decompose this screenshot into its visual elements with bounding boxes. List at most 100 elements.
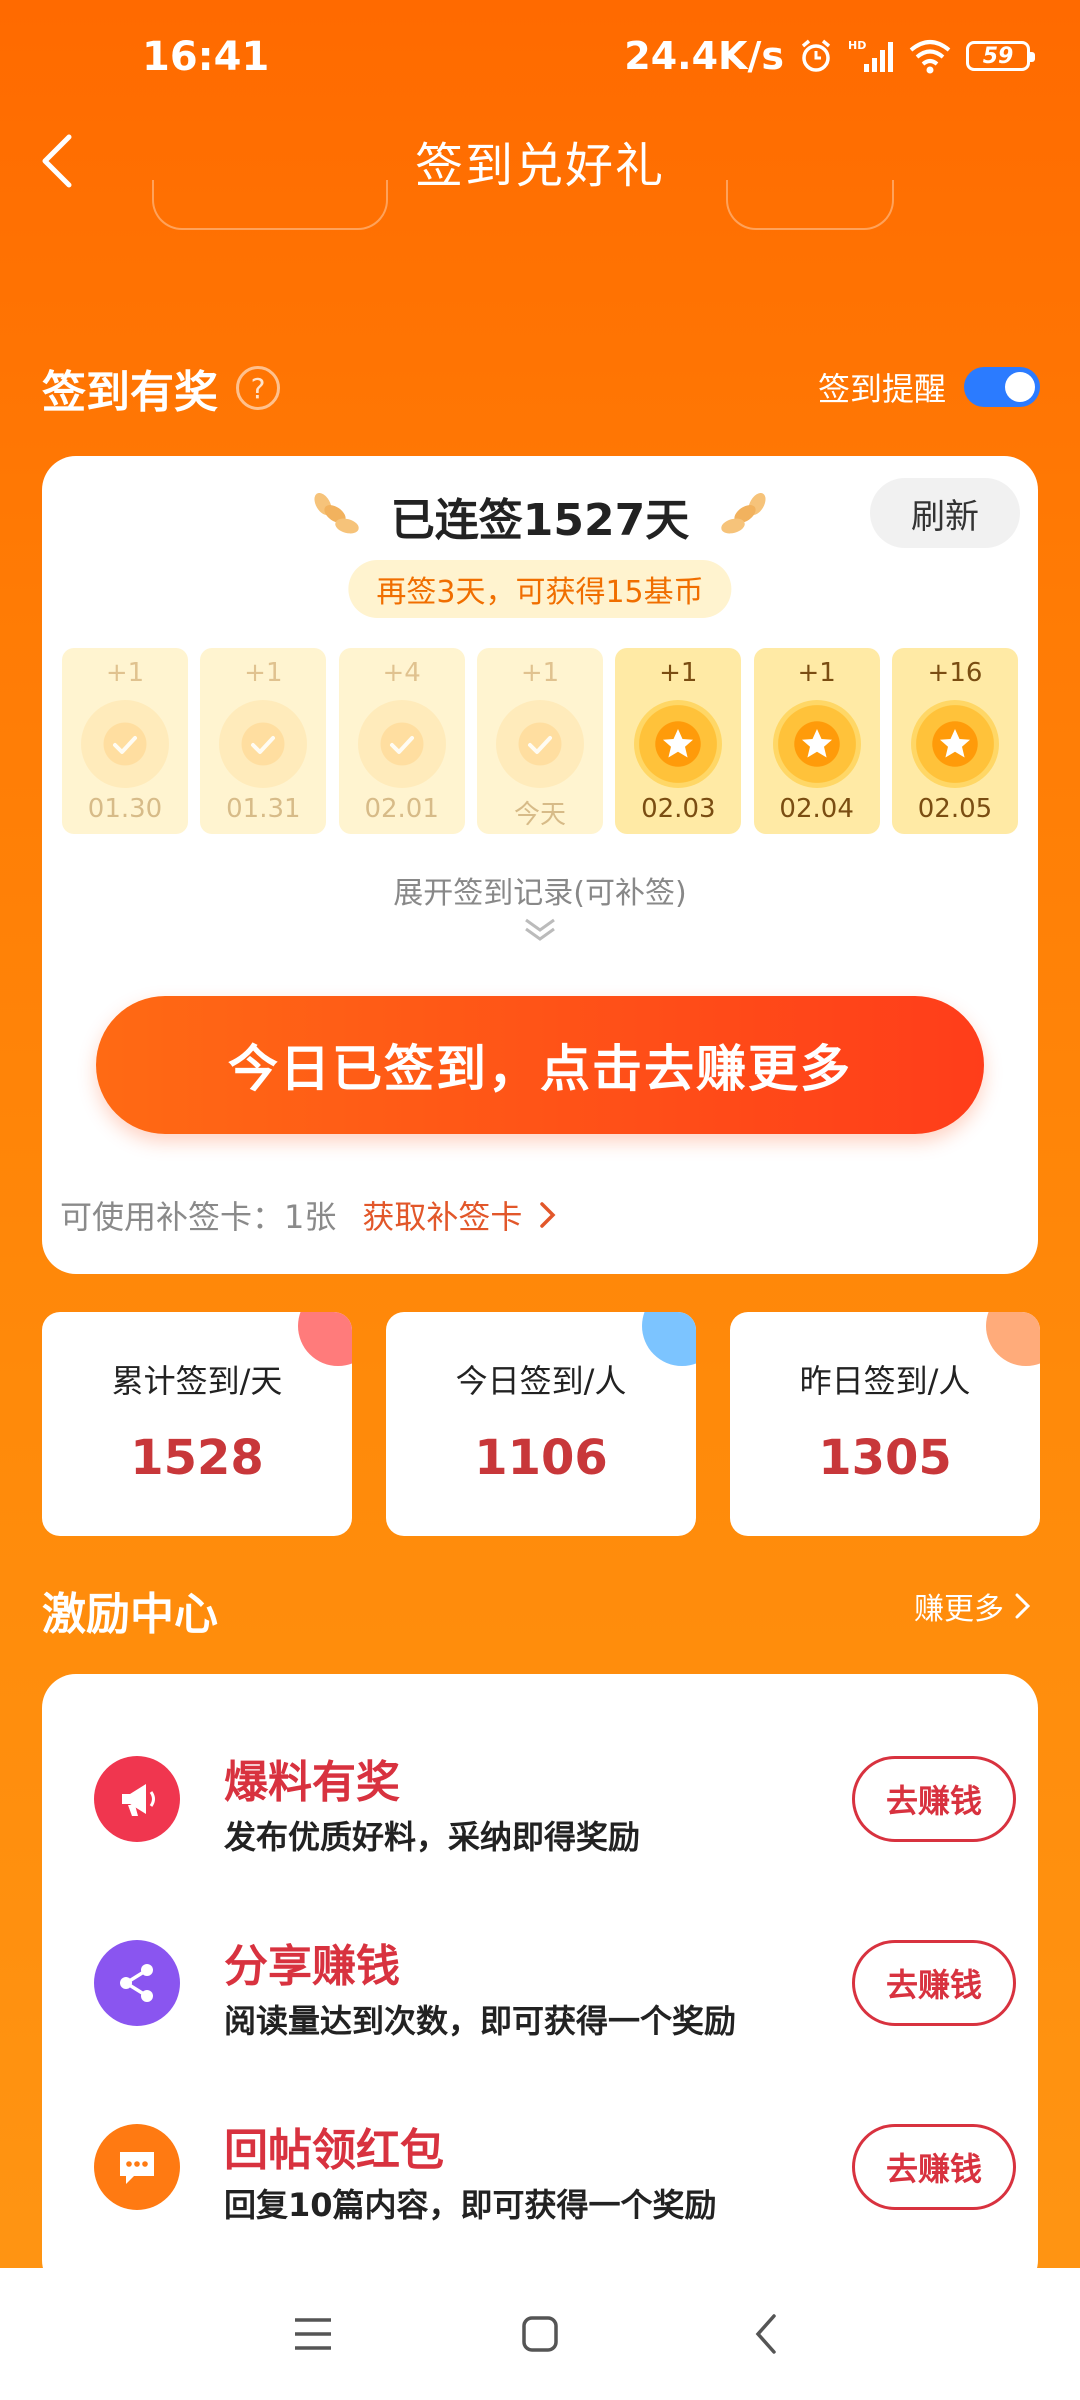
laurel-left-icon [314,493,359,534]
stat-value: 1305 [818,1430,952,1486]
network-speed: 24.4K/s [624,34,784,78]
home-button[interactable] [495,2289,585,2379]
expand-records-link[interactable]: 展开签到记录(可补签) [42,868,1038,912]
incentive-section-header: 激励中心 [42,1578,218,1642]
incentive-section-title: 激励中心 [42,1589,218,1640]
task-description: 发布优质好料，采纳即得奖励 [224,1818,641,1856]
share-icon [120,1964,153,2002]
bonus-tip: 再签3天，可获得15基币 [348,560,732,618]
alarm-icon [801,39,831,72]
stat-value: 1106 [474,1430,608,1486]
system-back-button[interactable] [722,2289,812,2379]
stat-card: 昨日签到/人 1305 [730,1312,1040,1536]
star-coin-icon [634,700,723,788]
reminder-label: 签到提醒 [817,370,946,408]
earn-more-label: 赚更多 [914,1592,1004,1627]
menu-button[interactable] [268,2289,358,2379]
day-bonus: +1 [520,658,560,688]
system-nav-bar [0,2268,1080,2400]
megaphone-icon [122,1784,155,1816]
day-cell[interactable]: +1 01.31 [200,648,327,834]
day-cell[interactable]: +1 今天 [476,648,603,834]
day-bonus: +16 [927,658,983,688]
svg-text:HD: HD [848,39,866,52]
day-date: 02.04 [779,794,854,824]
home-square-icon [522,2316,558,2352]
earn-money-button[interactable]: 去赚钱 [852,2124,1016,2210]
wifi-icon [909,40,951,74]
day-bonus: +1 [797,658,836,688]
chevron-right-icon [540,1202,556,1228]
laurel-right-icon [721,493,766,534]
makeup-card-count: 可使用补签卡：1张 [60,1198,337,1236]
star-coin-icon [910,700,999,788]
day-cell[interactable]: +1 02.04 [753,648,880,834]
status-time: 16:41 [142,34,270,80]
day-cell[interactable]: +16 02.05 [891,648,1018,834]
day-date: 01.31 [226,794,301,824]
star-icon [939,729,970,758]
stat-value: 1528 [130,1430,264,1486]
battery-indicator: 59 [966,41,1035,71]
star-icon [801,729,832,758]
task-description: 阅读量达到次数，即可获得一个奖励 [224,2002,737,2040]
check-icon [389,736,414,754]
stat-label: 累计签到/天 [111,1362,283,1400]
task-icon-badge [94,1940,180,2026]
checked-in-cta-button[interactable]: 今日已签到，点击去赚更多 [96,996,984,1134]
day-bonus: +1 [659,658,698,688]
stat-label: 昨日签到/人 [799,1362,971,1400]
checkin-card: 已连签1527天 刷新 再签3天，可获得15基币 +1 01.30 +1 01.31 +… [42,456,1038,1274]
streak-text: 已连签1527天 [390,495,690,546]
task-title: 爆料有奖 [224,1757,400,1808]
reminder-toggle[interactable] [964,367,1040,407]
get-makeup-card-link[interactable]: 获取补签卡 [362,1192,564,1238]
task-icon-badge [94,1756,180,1842]
task-title: 分享赚钱 [224,1941,400,1992]
chevron-right-icon [1015,1593,1031,1619]
star-coin-icon [772,700,861,788]
earn-money-button[interactable]: 去赚钱 [852,1940,1016,2026]
task-title: 回帖领红包 [224,2125,444,2176]
star-icon [663,729,694,758]
task-row: 分享赚钱阅读量达到次数，即可获得一个奖励 去赚钱 [42,1898,1038,2048]
day-bonus: +4 [382,658,421,688]
earn-money-button[interactable]: 去赚钱 [852,1756,1016,1842]
get-makeup-card-label: 获取补签卡 [362,1198,523,1236]
tab-pill-decoration [152,180,388,230]
day-date: 02.03 [641,794,716,824]
tab-pill-decoration [726,180,894,230]
back-arrow-icon [755,2314,776,2354]
checked-coin-icon [81,700,169,788]
day-bonus: +1 [105,658,145,688]
earn-more-link[interactable]: 赚更多 [914,1584,1036,1628]
day-date: 今天 [513,800,566,830]
checkin-section-title: 签到有奖 [42,367,218,418]
refresh-button[interactable]: 刷新 [870,478,1020,548]
menu-icon [295,2318,332,2350]
checked-coin-icon [357,700,446,788]
help-icon[interactable]: ? [236,366,280,410]
double-chevron-down-icon[interactable] [520,914,560,944]
task-row: 回帖领红包回复10篇内容，即可获得一个奖励 去赚钱 [42,2082,1038,2232]
stat-card: 累计签到/天 1528 [42,1312,352,1536]
status-icons: 24.4K/s HD 59 [624,34,1035,78]
day-cell[interactable]: +4 02.01 [338,648,465,834]
day-bonus: +1 [244,658,283,688]
task-description: 回复10篇内容，即可获得一个奖励 [224,2186,717,2224]
checkin-reminder: 签到提醒 [818,364,1040,410]
check-icon [527,736,552,754]
checkin-section-header: 签到有奖 ? [42,356,280,420]
checkin-days: +1 01.30 +1 01.31 +4 02.01 +1 今天 +1 02.03 +1 02.04 +… [62,648,1018,834]
makeup-card-row: 可使用补签卡：1张 获取补签卡 [60,1192,564,1238]
incentive-card: 爆料有奖 发布优质好料，采纳即得奖励 去赚钱 分享赚钱 阅读量达到次数，即可获得一个奖励… [42,1674,1038,2294]
status-bar: 16:41 24.4K/s HD 59 [0,0,1080,120]
day-cell[interactable]: +1 01.30 [62,648,188,834]
check-icon [251,736,276,754]
checked-coin-icon [495,700,584,788]
task-row: 爆料有奖发布优质好料，采纳即得奖励 去赚钱 [42,1714,1038,1864]
checked-coin-icon [219,700,308,788]
day-date: 02.01 [364,794,439,824]
stat-card: 今日签到/人 1106 [386,1312,696,1536]
day-cell[interactable]: +1 02.03 [615,648,742,834]
